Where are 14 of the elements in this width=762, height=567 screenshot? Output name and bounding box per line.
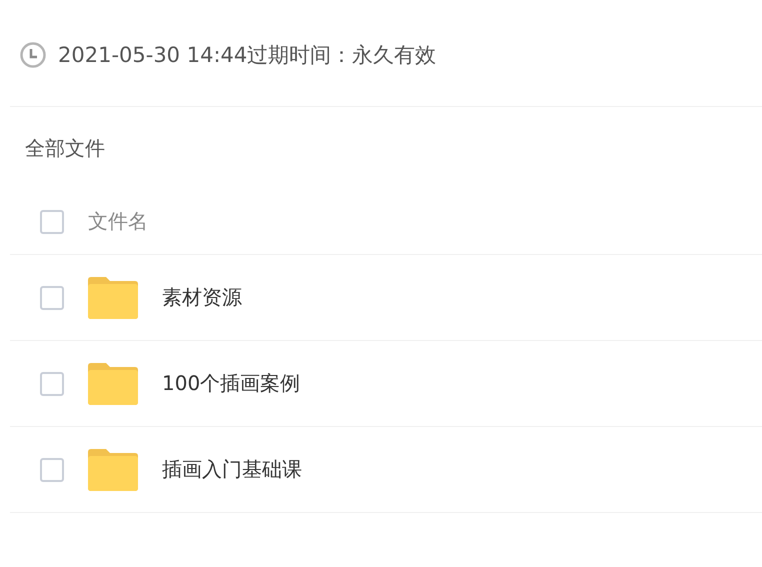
breadcrumb[interactable]: 全部文件 xyxy=(25,134,105,162)
file-name[interactable]: 100个插画案例 xyxy=(162,370,300,397)
folder-icon xyxy=(88,276,138,318)
folder-icon xyxy=(88,362,138,404)
clock-icon xyxy=(20,42,46,68)
checkbox[interactable] xyxy=(40,458,64,482)
checkbox[interactable] xyxy=(40,210,64,234)
column-header: 文件名 xyxy=(88,208,148,235)
file-name[interactable]: 插画入门基础课 xyxy=(162,456,302,483)
file-name[interactable]: 素材资源 xyxy=(162,284,242,311)
checkbox[interactable] xyxy=(40,372,64,396)
share-time-text: 2021-05-30 14:44过期时间：永久有效 xyxy=(58,42,436,68)
folder-icon xyxy=(88,448,138,490)
checkbox[interactable] xyxy=(40,286,64,310)
